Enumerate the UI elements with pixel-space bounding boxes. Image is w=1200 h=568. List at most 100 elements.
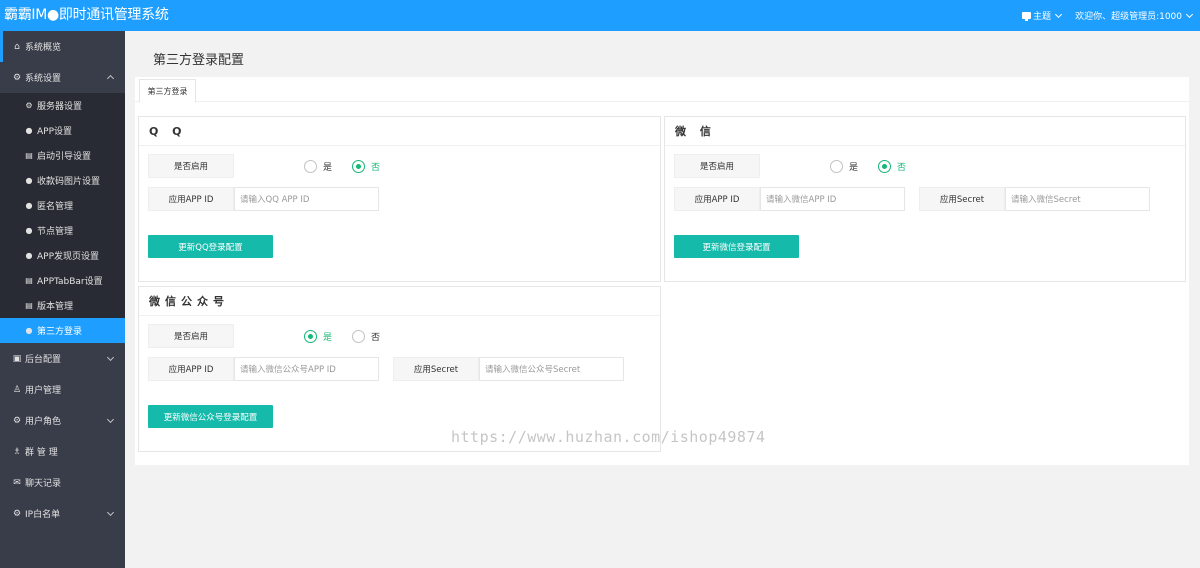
dot-icon: ● [25,176,33,185]
main-content: 第三方登录配置 第三方登录 Q Q 是否启用 是 否 应用APP ID 请输入Q… [125,31,1200,568]
radio-label: 否 [371,162,381,173]
sidebar-subitem-tabbar[interactable]: ▤ APPTabBar设置 [0,268,125,293]
sidebar-subitem-version[interactable]: ▤ 版本管理 [0,293,125,318]
qq-radio-no[interactable]: 否 [352,159,381,173]
sidebar-item-label: 用户管理 [25,386,62,396]
sidebar-subitem-label: 第三方登录 [37,327,83,337]
radio-label: 是 [323,162,333,173]
sidebar: ⌂ 系统概览 ⚙ 系统设置 ⚙ 服务器设置 ● APP设置 ▤ 启动引导设置 ● 收款码… [0,31,125,568]
sidebar-subitem-third-party-login[interactable]: ● 第三方登录 [0,318,125,343]
sidebar-item-label: 聊天记录 [25,479,62,489]
chevron-down-icon [1185,10,1194,18]
dot-icon: ● [25,201,33,210]
qq-card: Q Q 是否启用 是 否 应用APP ID 请输入QQ APP ID 更新QQ登… [138,116,661,282]
sidebar-item-chat-logs[interactable]: ✉ 聊天记录 [0,467,125,498]
layers-icon: ▤ [25,276,33,285]
dot-icon: ● [25,251,33,260]
system-settings-submenu: ⚙ 服务器设置 ● APP设置 ▤ 启动引导设置 ● 收款码图片设置 ● 匿名管理 ● 节点… [0,93,125,343]
tab-third-party-login[interactable]: 第三方登录 [139,79,196,103]
sidebar-subitem-discover[interactable]: ● APP发现页设置 [0,243,125,268]
wechat-radio-yes[interactable]: 是 [830,159,859,173]
sidebar-subitem-anonymous[interactable]: ● 匿名管理 [0,193,125,218]
radio-circle [304,329,317,343]
sidebar-subitem-label: APP发现页设置 [37,252,100,262]
qq-appid-input[interactable]: 请输入QQ APP ID [234,187,379,211]
wechat-card-title: 微 信 [665,117,1185,146]
wechat-appid-input[interactable]: 请输入微信APP ID [760,187,905,211]
theme-label: 主题 [1033,12,1052,22]
chevron-down-icon [106,415,115,424]
qq-card-title: Q Q [139,117,660,146]
sidebar-subitem-label: 匿名管理 [37,202,74,212]
user-label: 欢迎你、超级管理员:1000 [1075,12,1182,22]
radio-label: 是 [849,162,859,173]
sidebar-subitem-label: 收款码图片设置 [37,177,101,187]
sidebar-item-user-roles[interactable]: ⚙ 用户角色 [0,405,125,436]
wechat-radio-no[interactable]: 否 [878,159,906,173]
radio-circle [878,159,892,173]
sidebar-item-ip-whitelist[interactable]: ⚙ IP白名单 [0,498,125,529]
radio-circle [352,329,366,343]
sidebar-item-overview[interactable]: ⌂ 系统概览 [0,31,125,62]
tab-bar: 第三方登录 [135,77,1189,103]
sidebar-item-user-management[interactable]: ♙ 用户管理 [0,374,125,405]
qq-appid-label: 应用APP ID [148,187,234,211]
header-actions: 主题 欢迎你、超级管理员:1000 [1022,0,1194,31]
sidebar-item-label: 后台配置 [25,355,62,365]
wechat-appid-label: 应用APP ID [674,187,760,211]
active-section-indicator [0,31,3,62]
qq-appid-row: 应用APP ID 请输入QQ APP ID [148,187,379,211]
group-icon: ♗ [12,446,22,457]
sidebar-subitem-label: APP设置 [37,127,73,137]
qq-enable-row: 是否启用 是 否 [148,154,400,178]
theme-menu[interactable]: 主题 [1022,9,1063,22]
sidebar-item-label: 系统概览 [25,43,62,53]
update-wechat-button[interactable]: 更新微信登录配置 [674,235,799,258]
wechat-mp-secret-input[interactable]: 请输入微信公众号Secret [479,357,624,381]
wechat-mp-secret-label: 应用Secret [393,357,479,381]
sidebar-subitem-label: 节点管理 [37,227,74,237]
sidebar-subitem-app[interactable]: ● APP设置 [0,118,125,143]
qq-radio-yes[interactable]: 是 [304,159,333,173]
top-header: 霸霸IM●即时通讯管理系统 主题 欢迎你、超级管理员:1000 [0,0,1200,31]
sidebar-subitem-server[interactable]: ⚙ 服务器设置 [0,93,125,118]
gear-icon: ⚙ [12,508,22,519]
update-qq-button[interactable]: 更新QQ登录配置 [148,235,273,258]
wechat-mp-card-title: 微信公众号 [139,287,660,316]
dot-icon: ● [25,126,33,135]
user-icon: ♙ [12,384,22,395]
qq-enable-label: 是否启用 [148,154,234,178]
radio-label: 是 [323,332,333,343]
wechat-enable-row: 是否启用 是 否 [674,154,926,178]
user-menu[interactable]: 欢迎你、超级管理员:1000 [1075,9,1194,22]
sidebar-item-label: 用户角色 [25,417,62,427]
wechat-mp-appid-input[interactable]: 请输入微信公众号APP ID [234,357,379,381]
wechat-mp-credentials-row: 应用APP ID 请输入微信公众号APP ID 应用Secret 请输入微信公众… [148,357,624,381]
wechat-secret-input[interactable]: 请输入微信Secret [1005,187,1150,211]
page-title: 第三方登录配置 [153,53,245,68]
sidebar-item-backend-config[interactable]: ▣ 后台配置 [0,343,125,374]
sidebar-subitem-label: 启动引导设置 [37,152,92,162]
wechat-mp-radio-yes[interactable]: 是 [304,329,333,343]
sidebar-subitem-payment-qr[interactable]: ● 收款码图片设置 [0,168,125,193]
sidebar-item-system-settings[interactable]: ⚙ 系统设置 [0,62,125,93]
dot-icon: ● [25,226,33,235]
chat-icon: ✉ [13,477,21,488]
wechat-mp-appid-label: 应用APP ID [148,357,234,381]
sidebar-subitem-label: 服务器设置 [37,102,83,112]
config-icon: ▣ [12,353,22,364]
chevron-down-icon [106,508,115,517]
sidebar-subitem-label: APPTabBar设置 [37,277,103,287]
radio-label: 否 [371,332,381,343]
wechat-enable-label: 是否启用 [674,154,760,178]
chevron-down-icon [106,353,115,362]
wechat-mp-enable-row: 是否启用 是 否 [148,324,400,348]
wechat-mp-radio-no[interactable]: 否 [352,329,381,343]
sidebar-subitem-label: 版本管理 [37,302,74,312]
update-wechat-mp-button[interactable]: 更新微信公众号登录配置 [148,405,273,428]
sidebar-item-label: 系统设置 [25,74,62,84]
sidebar-subitem-launch-guide[interactable]: ▤ 启动引导设置 [0,143,125,168]
sidebar-subitem-nodes[interactable]: ● 节点管理 [0,218,125,243]
sidebar-item-group-management[interactable]: ♗ 群 管 理 [0,436,125,467]
config-panel: 第三方登录 Q Q 是否启用 是 否 应用APP ID 请输入QQ APP ID… [135,77,1189,465]
